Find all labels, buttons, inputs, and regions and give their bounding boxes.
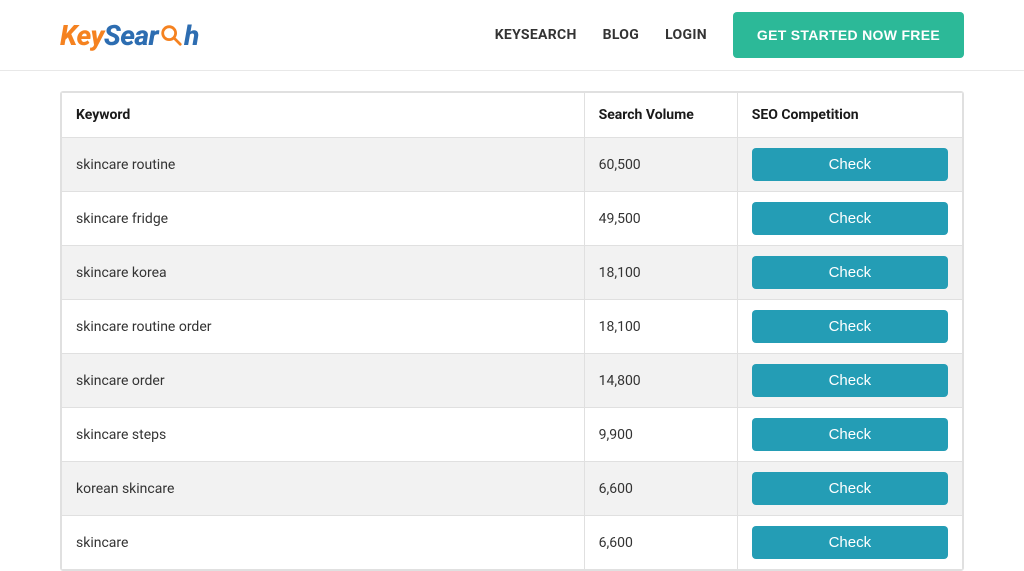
table-row: skincare order14,800 Check (62, 354, 963, 408)
cell-volume: 49,500 (584, 192, 737, 246)
check-button[interactable]: Check (752, 148, 948, 181)
cell-volume: 6,600 (584, 462, 737, 516)
header-right: KEYSEARCH BLOG LOGIN GET STARTED NOW FRE… (495, 12, 964, 58)
keyword-table-wrapper: Keyword Search Volume SEO Competition sk… (60, 91, 964, 571)
cell-keyword: skincare routine order (62, 300, 585, 354)
nav-keysearch[interactable]: KEYSEARCH (495, 27, 577, 43)
logo-magnifier-icon (159, 23, 183, 47)
cell-keyword: skincare (62, 516, 585, 570)
cell-keyword: skincare fridge (62, 192, 585, 246)
cell-volume: 18,100 (584, 300, 737, 354)
logo-key-text: Key (60, 19, 104, 52)
table-row: korean skincare6,600 Check (62, 462, 963, 516)
header-volume: Search Volume (584, 93, 737, 138)
cell-seo: Check (737, 246, 962, 300)
cell-volume: 18,100 (584, 246, 737, 300)
check-button[interactable]: Check (752, 256, 948, 289)
cell-volume: 14,800 (584, 354, 737, 408)
logo[interactable]: KeySearh (60, 19, 199, 52)
keyword-table: Keyword Search Volume SEO Competition sk… (61, 92, 963, 570)
cell-keyword: korean skincare (62, 462, 585, 516)
cell-seo: Check (737, 516, 962, 570)
cell-keyword: skincare order (62, 354, 585, 408)
table-row: skincare fridge49,500 Check (62, 192, 963, 246)
table-row: skincare routine order18,100 Check (62, 300, 963, 354)
check-button[interactable]: Check (752, 418, 948, 451)
logo-h-text: h (184, 19, 199, 52)
header-keyword: Keyword (62, 93, 585, 138)
cell-seo: Check (737, 138, 962, 192)
cell-seo: Check (737, 408, 962, 462)
cell-keyword: skincare steps (62, 408, 585, 462)
table-row: skincare korea18,100 Check (62, 246, 963, 300)
check-button[interactable]: Check (752, 202, 948, 235)
header: KeySearh KEYSEARCH BLOG LOGIN GET STARTE… (0, 0, 1024, 71)
table-row: skincare routine60,500 Check (62, 138, 963, 192)
logo-sear-text: Sear (104, 19, 158, 52)
cell-seo: Check (737, 192, 962, 246)
table-row: skincare steps9,900 Check (62, 408, 963, 462)
check-button[interactable]: Check (752, 310, 948, 343)
cell-volume: 60,500 (584, 138, 737, 192)
header-seo: SEO Competition (737, 93, 962, 138)
nav-blog[interactable]: BLOG (603, 27, 639, 43)
cell-volume: 9,900 (584, 408, 737, 462)
cta-get-started-button[interactable]: GET STARTED NOW FREE (733, 12, 964, 58)
cell-keyword: skincare routine (62, 138, 585, 192)
cell-seo: Check (737, 462, 962, 516)
check-button[interactable]: Check (752, 472, 948, 505)
check-button[interactable]: Check (752, 526, 948, 559)
cell-seo: Check (737, 354, 962, 408)
cell-seo: Check (737, 300, 962, 354)
table-row: skincare6,600 Check (62, 516, 963, 570)
cell-keyword: skincare korea (62, 246, 585, 300)
main-content: Keyword Search Volume SEO Competition sk… (0, 71, 1024, 571)
nav-login[interactable]: LOGIN (665, 27, 707, 43)
check-button[interactable]: Check (752, 364, 948, 397)
cell-volume: 6,600 (584, 516, 737, 570)
